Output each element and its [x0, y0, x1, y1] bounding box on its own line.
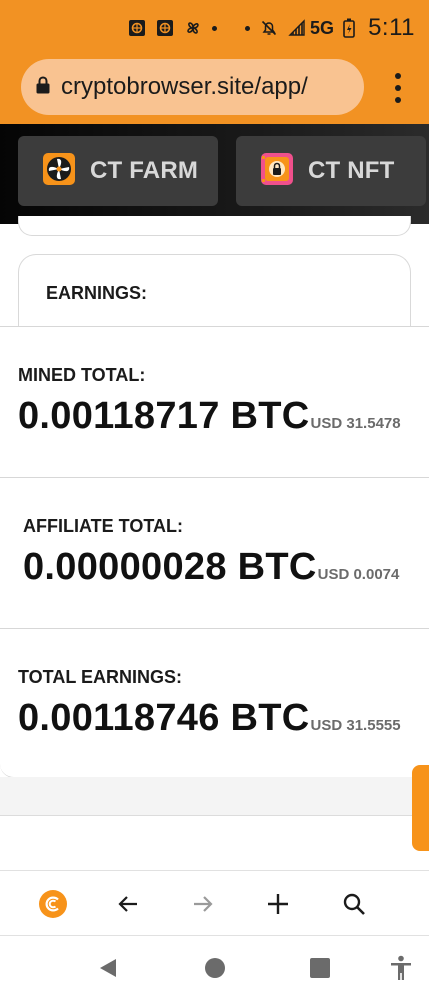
fan-farm-icon: [42, 152, 76, 191]
signal-icon: [288, 19, 306, 37]
accessibility-icon[interactable]: [388, 955, 414, 981]
new-tab-plus-icon[interactable]: [262, 888, 294, 920]
total-earnings-btc: 0.00118746 BTC: [18, 697, 310, 739]
ct-nft-button[interactable]: CT NFT: [236, 136, 426, 206]
mined-total-btc: 0.00118717 BTC: [18, 395, 310, 437]
next-card-edge: [0, 816, 429, 870]
menu-dot: [395, 85, 401, 91]
app-notification-icon: [156, 19, 174, 37]
app-header: CT FARM CT NFT: [0, 124, 429, 224]
clock: 5:11: [368, 14, 415, 41]
menu-dot: [395, 97, 401, 103]
pinwheel-icon: [184, 19, 202, 37]
affiliate-total-row: AFFILIATE TOTAL: 0.00000028 BTCUSD 0.007…: [0, 477, 429, 628]
back-triangle-icon[interactable]: [95, 955, 121, 981]
affiliate-total-value: 0.00000028 BTCUSD 0.0074: [23, 546, 399, 589]
side-drawer-handle[interactable]: [412, 765, 429, 851]
mined-total-usd: USD 31.5478: [310, 415, 401, 432]
recents-square-icon[interactable]: [307, 955, 333, 981]
browser-toolbar: cryptobrowser.site/app/: [0, 56, 429, 124]
affiliate-total-label: AFFILIATE TOTAL:: [23, 516, 183, 536]
affiliate-total-btc: 0.00000028 BTC: [23, 546, 317, 588]
system-navigation-bar: [0, 936, 429, 1000]
menu-dot: [395, 73, 401, 79]
cryptotab-logo-icon[interactable]: [37, 888, 69, 920]
dot-icon: [212, 25, 218, 31]
search-icon[interactable]: [338, 888, 370, 920]
nft-lock-icon: [260, 152, 294, 191]
network-type: 5G: [310, 17, 335, 38]
total-earnings-row: TOTAL EARNINGS: 0.00118746 BTCUSD 31.555…: [0, 628, 429, 778]
mined-total-value: 0.00118717 BTCUSD 31.5478: [18, 395, 401, 438]
battery-charging-icon: [340, 18, 358, 38]
ct-farm-label: CT FARM: [90, 157, 199, 184]
lock-icon[interactable]: [35, 75, 51, 99]
app-notification-icon: [128, 19, 146, 37]
mined-total-label: MINED TOTAL:: [18, 365, 146, 385]
ct-farm-button[interactable]: CT FARM: [18, 136, 218, 206]
muted-bell-icon: [260, 19, 278, 37]
previous-card-edge: [18, 216, 411, 236]
earnings-title: EARNINGS:: [46, 283, 148, 303]
total-earnings-label: TOTAL EARNINGS:: [18, 667, 183, 687]
address-bar[interactable]: cryptobrowser.site/app/: [21, 59, 364, 115]
status-bar: 5G 5:11: [0, 0, 429, 56]
browser-bottom-toolbar: [0, 870, 429, 936]
total-earnings-value: 0.00118746 BTCUSD 31.5555: [18, 697, 401, 740]
mined-total-row: MINED TOTAL: 0.00118717 BTCUSD 31.5478: [0, 326, 429, 477]
forward-arrow-icon[interactable]: [187, 888, 219, 920]
back-arrow-icon[interactable]: [112, 888, 144, 920]
total-earnings-usd: USD 31.5555: [310, 717, 401, 734]
more-vert-icon[interactable]: [393, 73, 403, 103]
dot-icon: [245, 25, 251, 31]
earnings-card: EARNINGS:: [18, 254, 411, 334]
status-icons: 5G 5:11: [128, 14, 415, 42]
ct-nft-label: CT NFT: [308, 157, 395, 184]
home-circle-icon[interactable]: [202, 955, 228, 981]
url-text[interactable]: cryptobrowser.site/app/: [61, 73, 308, 101]
affiliate-total-usd: USD 0.0074: [317, 566, 400, 583]
